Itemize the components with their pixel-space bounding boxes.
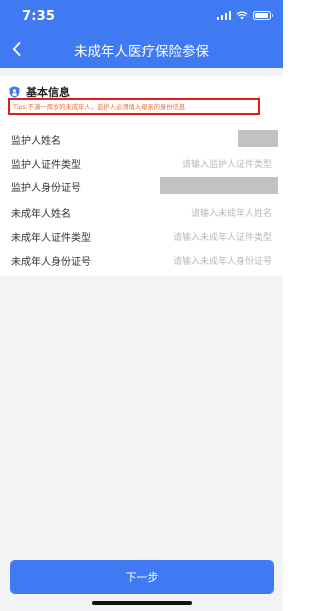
guardian-name-field[interactable]: 监护人姓名 <box>0 128 283 150</box>
shield-user-icon <box>9 86 20 98</box>
guardian-name-value-masked <box>238 130 278 147</box>
field-placeholder: 请输入未成年人证件类型 <box>172 233 272 243</box>
field-placeholder: 请输入未成年人姓名 <box>190 209 272 219</box>
battery-icon <box>253 11 273 20</box>
field-label: 监护人姓名 <box>11 136 61 147</box>
field-placeholder: 请输入监护人证件类型 <box>181 160 272 170</box>
minor-id-number-field[interactable]: 未成年人身份证号 请输入未成年人身份证号 <box>0 249 283 271</box>
field-label: 未成年人证件类型 <box>11 233 91 244</box>
field-label: 监护人证件类型 <box>11 160 81 171</box>
basic-info-card: 基本信息 Tips:不满一周岁的未成年人，监护人必须填入母亲的身份信息 监护人姓… <box>0 76 283 276</box>
field-label: 未成年人姓名 <box>11 209 71 220</box>
header: 7:35 未成年人医疗保险参保 <box>0 0 283 68</box>
status-icons <box>216 11 273 20</box>
minor-name-field[interactable]: 未成年人姓名 请输入未成年人姓名 <box>0 201 283 223</box>
guardian-id-type-field[interactable]: 监护人证件类型 请输入监护人证件类型 <box>0 152 283 174</box>
tips-box: Tips:不满一周岁的未成年人，监护人必须填入母亲的身份信息 <box>8 98 260 115</box>
guardian-id-number-field[interactable]: 监护人身份证号 <box>0 175 283 197</box>
field-label: 未成年人身份证号 <box>11 257 91 268</box>
next-step-button[interactable]: 下一步 <box>10 560 274 594</box>
signal-icon <box>216 11 231 20</box>
tips-text: Tips:不满一周岁的未成年人，监护人必须填入母亲的身份信息 <box>13 104 186 111</box>
wifi-icon <box>236 11 248 20</box>
minor-id-type-field[interactable]: 未成年人证件类型 请输入未成年人证件类型 <box>0 225 283 247</box>
status-time: 7:35 <box>22 9 56 24</box>
page-title: 未成年人医疗保险参保 <box>74 44 209 60</box>
app-screen: 7:35 未成年人医疗保险参保 基本信息 Tips:不满一周岁的未成年人，监护人… <box>0 0 283 611</box>
back-button[interactable] <box>6 38 26 60</box>
guardian-id-number-value-masked <box>160 177 278 194</box>
field-placeholder: 请输入未成年人身份证号 <box>172 257 272 267</box>
field-label: 监护人身份证号 <box>11 183 81 194</box>
home-indicator <box>92 601 192 605</box>
chevron-left-icon <box>12 42 20 56</box>
